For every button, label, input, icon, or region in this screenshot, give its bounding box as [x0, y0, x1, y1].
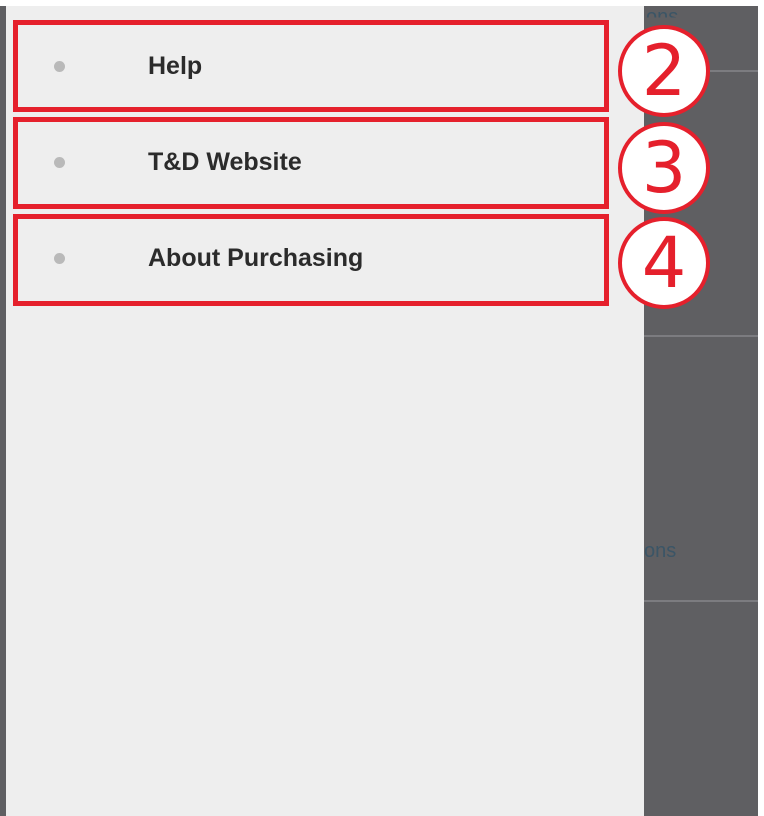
background-divider	[630, 335, 758, 337]
drawer-item-label: Help	[148, 51, 203, 80]
screen: ons ons Help T&D Website About Purchasin…	[0, 0, 764, 816]
bullet-icon	[54, 252, 65, 264]
drawer-item-label: T&D Website	[148, 147, 302, 176]
bullet-icon	[54, 60, 65, 72]
background-partial-text: ons	[646, 6, 679, 28]
bullet-icon	[54, 156, 65, 168]
background-divider	[630, 70, 758, 72]
navigation-drawer: Help T&D Website About Purchasing	[6, 6, 644, 816]
background-divider	[630, 600, 758, 602]
drawer-item-td-website[interactable]: T&D Website	[14, 120, 598, 204]
drawer-item-label: About Purchasing	[148, 243, 364, 272]
drawer-item-about-purchasing[interactable]: About Purchasing	[14, 216, 598, 300]
background-partial-link: ons	[644, 540, 677, 562]
drawer-item-help[interactable]: Help	[14, 24, 598, 108]
